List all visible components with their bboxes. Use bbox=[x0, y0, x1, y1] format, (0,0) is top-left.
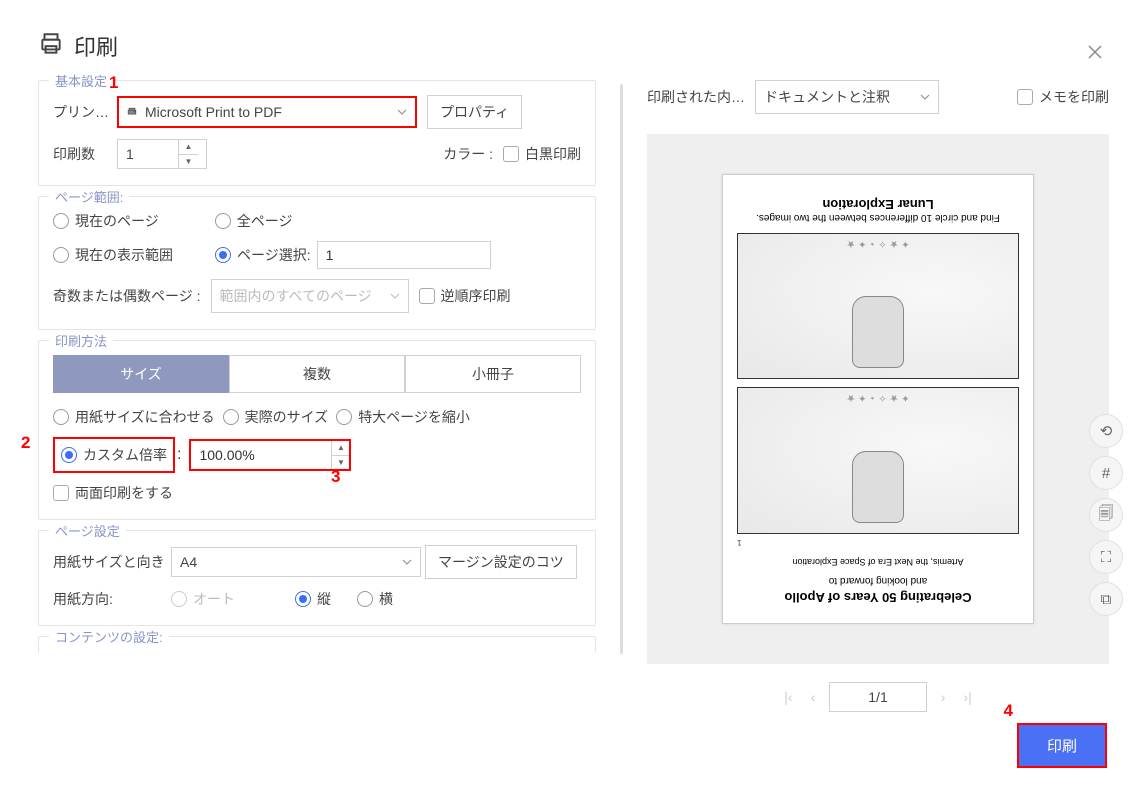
spin-down-icon[interactable]: ▼ bbox=[179, 155, 198, 169]
dialog-title: 印刷 bbox=[74, 30, 118, 62]
print-button[interactable]: 印刷 bbox=[1017, 723, 1107, 768]
page-range-group: ページ範囲: 現在のページ 全ページ 現在の表示範囲 ページ選択: 奇数または偶… bbox=[38, 196, 596, 330]
tool-scan-icon[interactable]: ⧉ bbox=[1089, 582, 1123, 616]
custom-scale-input[interactable] bbox=[191, 441, 331, 469]
prev-page-icon[interactable]: ‹ bbox=[807, 685, 820, 709]
radio-auto[interactable]: オート bbox=[171, 589, 235, 609]
bw-checkbox[interactable]: 白黒印刷 bbox=[503, 144, 581, 164]
preview-foot-sub: Artemis, the Next Era of Space Explorati… bbox=[737, 557, 1019, 567]
printer-small-icon bbox=[127, 104, 137, 120]
preview-sub: Find and circle 10 differences between t… bbox=[737, 212, 1019, 223]
tool-crop-icon[interactable]: ⛶ bbox=[1089, 540, 1123, 574]
paper-size-label: 用紙サイズと向き bbox=[53, 552, 171, 572]
preview-pagenum-top: 1 bbox=[737, 538, 1019, 547]
radio-fit[interactable]: 用紙サイズに合わせる bbox=[53, 407, 215, 427]
printer-label: プリン… bbox=[53, 102, 117, 122]
tab-multiple[interactable]: 複数 bbox=[229, 355, 405, 393]
tab-booklet[interactable]: 小冊子 bbox=[405, 355, 581, 393]
custom-scale-spinner[interactable]: ▲▼ bbox=[189, 439, 351, 471]
chevron-down-icon bbox=[397, 104, 407, 120]
duplex-checkbox[interactable]: 両面印刷をする bbox=[53, 483, 173, 503]
paper-size-select[interactable]: A4 bbox=[171, 547, 421, 577]
printed-content-label: 印刷された内… bbox=[647, 87, 745, 107]
preview-image-2 bbox=[737, 233, 1019, 380]
chevron-down-icon bbox=[402, 554, 412, 570]
preview-page: Celebrating 50 Years of Apollo and looki… bbox=[722, 174, 1034, 624]
page-legend: ページ設定 bbox=[49, 521, 126, 540]
preview-title: Lunar Exploration bbox=[737, 197, 1019, 212]
dialog-footer: 4 印刷 bbox=[1017, 723, 1107, 768]
copies-label: 印刷数 bbox=[53, 144, 117, 164]
odd-even-label: 奇数または偶数ページ : bbox=[53, 286, 201, 306]
printer-select[interactable]: Microsoft Print to PDF bbox=[117, 96, 417, 128]
preview-panel: 印刷された内… ドキュメントと注釈 メモを印刷 Celebrating 50 Y… bbox=[647, 80, 1109, 712]
printed-content-select[interactable]: ドキュメントと注釈 bbox=[755, 80, 939, 114]
radio-custom-scale[interactable]: カスタム倍率 bbox=[53, 437, 175, 473]
print-method-group: 印刷方法 サイズ 複数 小冊子 用紙サイズに合わせる 実際のサイズ 特大ページを… bbox=[38, 340, 596, 520]
radio-current-page[interactable]: 現在のページ bbox=[53, 211, 159, 231]
annotation-2: 2 bbox=[21, 433, 30, 453]
page-indicator: 1/1 bbox=[829, 682, 926, 712]
divider bbox=[620, 84, 623, 654]
preview-image-1 bbox=[737, 388, 1019, 535]
first-page-icon[interactable]: |‹ bbox=[780, 685, 796, 709]
properties-button[interactable]: プロパティ bbox=[427, 95, 522, 129]
radio-actual[interactable]: 実際のサイズ bbox=[223, 407, 329, 427]
radio-page-select[interactable]: ページ選択: bbox=[215, 245, 311, 265]
settings-panel: 基本設定 1 プリン… Microsoft Print to PDF プロパティ… bbox=[38, 80, 596, 712]
tab-size[interactable]: サイズ bbox=[53, 355, 229, 393]
radio-current-view[interactable]: 現在の表示範囲 bbox=[53, 245, 173, 265]
print-memo-checkbox[interactable]: メモを印刷 bbox=[1017, 87, 1109, 107]
print-preview: Celebrating 50 Years of Apollo and looki… bbox=[647, 134, 1109, 664]
reverse-checkbox[interactable]: 逆順序印刷 bbox=[419, 286, 511, 306]
chevron-down-icon bbox=[920, 89, 930, 105]
preview-foot-title: Celebrating 50 Years of Apollo bbox=[737, 590, 1019, 605]
method-legend: 印刷方法 bbox=[49, 331, 113, 350]
subset-select[interactable]: 範囲内のすべてのページ bbox=[211, 279, 409, 313]
spin-up-icon[interactable]: ▲ bbox=[332, 441, 349, 456]
copies-input[interactable] bbox=[118, 140, 178, 168]
annotation-4: 4 bbox=[1004, 701, 1013, 721]
radio-landscape[interactable]: 横 bbox=[357, 589, 393, 609]
radio-shrink[interactable]: 特大ページを縮小 bbox=[336, 407, 470, 427]
page-select-input[interactable] bbox=[317, 241, 491, 269]
range-legend: ページ範囲: bbox=[49, 187, 129, 206]
tool-number-icon[interactable]: # bbox=[1089, 456, 1123, 490]
margin-tips-button[interactable]: マージン設定のコツ bbox=[425, 545, 577, 579]
close-button[interactable] bbox=[1085, 42, 1105, 67]
content-legend: コンテンツの設定: bbox=[49, 627, 169, 646]
copies-spinner[interactable]: ▲▼ bbox=[117, 139, 207, 169]
tool-bookmark-icon[interactable]: 🗐 bbox=[1089, 498, 1123, 532]
print-dialog: 印刷 基本設定 1 プリン… Microsoft Print to PDF プロ… bbox=[0, 0, 1147, 800]
preview-foot-small: and looking forward to bbox=[737, 575, 1019, 586]
basic-settings-group: 基本設定 1 プリン… Microsoft Print to PDF プロパティ… bbox=[38, 80, 596, 186]
last-page-icon[interactable]: ›| bbox=[959, 685, 975, 709]
color-label: カラー : bbox=[443, 144, 493, 164]
next-page-icon[interactable]: › bbox=[937, 685, 950, 709]
basic-legend: 基本設定 bbox=[49, 71, 113, 90]
chevron-down-icon bbox=[390, 288, 400, 304]
annotation-3: 3 bbox=[331, 467, 340, 487]
radio-all-pages[interactable]: 全ページ bbox=[215, 211, 293, 231]
annotation-1: 1 bbox=[109, 73, 118, 93]
orientation-label: 用紙方向: bbox=[53, 589, 171, 609]
dialog-header: 印刷 bbox=[38, 30, 1109, 62]
pager: |‹ ‹ 1/1 › ›| bbox=[647, 682, 1109, 712]
preview-tools: ⟲ # 🗐 ⛶ ⧉ bbox=[1089, 414, 1123, 616]
tool-rotate-icon[interactable]: ⟲ bbox=[1089, 414, 1123, 448]
radio-portrait[interactable]: 縦 bbox=[295, 589, 331, 609]
printer-icon bbox=[38, 31, 74, 62]
content-settings-group: コンテンツの設定: bbox=[38, 636, 596, 653]
page-setup-group: ページ設定 用紙サイズと向き A4 マージン設定のコツ 用紙方向: オート 縦 … bbox=[38, 530, 596, 626]
spin-up-icon[interactable]: ▲ bbox=[179, 140, 198, 155]
